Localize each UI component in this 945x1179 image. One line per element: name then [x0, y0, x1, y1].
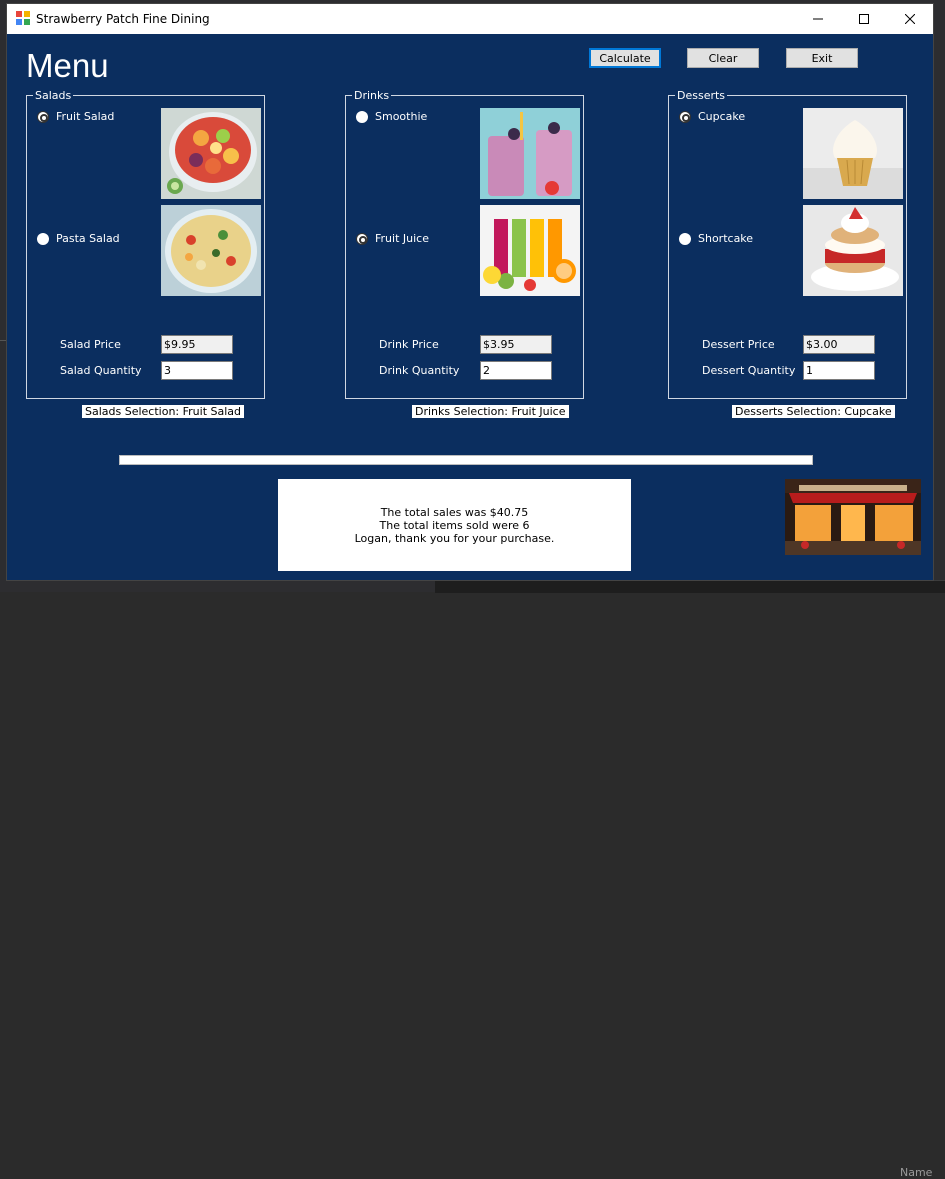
summary-thank-you: Logan, thank you for your purchase. — [354, 531, 555, 545]
fruit-salad-image — [161, 108, 261, 199]
background-panel-label: Name — [900, 1166, 933, 1179]
maximize-button[interactable] — [841, 4, 887, 34]
app-window: Strawberry Patch Fine Dining Menu Calcul… — [7, 4, 933, 580]
salad-price-field: $9.95 — [161, 335, 233, 354]
storefront-image — [785, 479, 921, 555]
drinks-group: Drinks Smoothie Fruit Juice Drink Price … — [345, 89, 584, 399]
drinks-legend: Drinks — [352, 89, 392, 102]
salad-quantity-field[interactable]: 3 — [161, 361, 233, 380]
radio-indicator — [356, 110, 368, 123]
radio-label: Smoothie — [375, 110, 428, 123]
radio-label: Shortcake — [698, 232, 754, 245]
clear-button[interactable]: Clear — [687, 48, 759, 68]
radio-smoothie[interactable]: Smoothie — [356, 110, 427, 123]
radio-cupcake[interactable]: Cupcake — [679, 110, 745, 123]
title-bar[interactable]: Strawberry Patch Fine Dining — [7, 4, 933, 34]
salad-quantity-label: Salad Quantity — [60, 364, 142, 377]
fruit-juice-image — [480, 205, 580, 296]
drink-quantity-label: Drink Quantity — [379, 364, 460, 377]
pasta-salad-image — [161, 205, 261, 296]
drink-price-label: Drink Price — [379, 338, 439, 351]
drink-quantity-field[interactable]: 2 — [480, 361, 552, 380]
salads-selection-label: Salads Selection: Fruit Salad — [82, 405, 245, 418]
radio-shortcake[interactable]: Shortcake — [679, 232, 753, 245]
radio-indicator — [37, 110, 49, 123]
radio-indicator — [356, 232, 368, 245]
app-icon — [16, 11, 30, 25]
progress-bar — [119, 455, 813, 465]
salads-legend: Salads — [33, 89, 74, 102]
radio-indicator — [679, 110, 691, 123]
radio-indicator — [679, 232, 691, 245]
radio-label: Fruit Juice — [375, 232, 429, 245]
dessert-price-label: Dessert Price — [702, 338, 775, 351]
radio-label: Pasta Salad — [56, 232, 120, 245]
radio-indicator — [37, 232, 49, 245]
summary-total-sales: The total sales was $40.75 — [380, 505, 529, 519]
radio-label: Fruit Salad — [56, 110, 115, 123]
minimize-button[interactable] — [795, 4, 841, 34]
drinks-selection-label: Drinks Selection: Fruit Juice — [412, 405, 569, 418]
drink-price-field: $3.95 — [480, 335, 552, 354]
close-icon — [905, 14, 915, 24]
calculate-button[interactable]: Calculate — [589, 48, 661, 68]
form-client-area: Menu Calculate Clear Exit Salads Fruit S… — [7, 34, 933, 580]
exit-button[interactable]: Exit — [786, 48, 858, 68]
salads-group: Salads Fruit Salad Pasta Salad Salad Pri… — [26, 89, 265, 399]
smoothie-image — [480, 108, 580, 199]
radio-fruit-juice[interactable]: Fruit Juice — [356, 232, 429, 245]
close-button[interactable] — [887, 4, 933, 34]
maximize-icon — [859, 14, 869, 24]
radio-pasta-salad[interactable]: Pasta Salad — [37, 232, 120, 245]
cupcake-image — [803, 108, 903, 199]
background-panel: Name — [435, 580, 945, 1179]
desserts-selection-label: Desserts Selection: Cupcake — [732, 405, 895, 418]
dessert-quantity-label: Dessert Quantity — [702, 364, 796, 377]
shortcake-image — [803, 205, 903, 296]
page-title: Menu — [26, 47, 109, 84]
summary-total-items: The total items sold were 6 — [379, 518, 530, 532]
desserts-group: Desserts Cupcake Shortcake Dessert Price… — [668, 89, 907, 399]
summary-panel: The total sales was $40.75 The total ite… — [278, 479, 631, 571]
dessert-price-field: $3.00 — [803, 335, 875, 354]
window-title: Strawberry Patch Fine Dining — [36, 12, 210, 26]
minimize-icon — [813, 18, 823, 20]
radio-label: Cupcake — [698, 110, 746, 123]
radio-fruit-salad[interactable]: Fruit Salad — [37, 110, 114, 123]
dessert-quantity-field[interactable]: 1 — [803, 361, 875, 380]
desserts-legend: Desserts — [675, 89, 728, 102]
salad-price-label: Salad Price — [60, 338, 121, 351]
